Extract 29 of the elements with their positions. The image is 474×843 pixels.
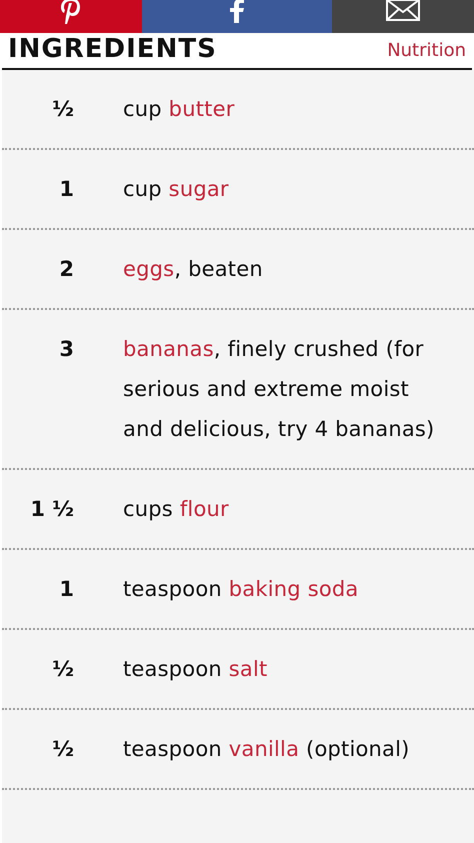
ingredient-amount: ½ bbox=[51, 96, 74, 123]
ingredient-amount: 1 bbox=[58, 576, 74, 603]
facebook-icon[interactable] bbox=[230, 0, 244, 23]
envelope-icon[interactable] bbox=[386, 0, 420, 21]
ingredient-amount: 1 ½ bbox=[29, 496, 74, 523]
ingredient-text: teaspoon vanilla (optional) bbox=[123, 736, 410, 763]
ingredient-link[interactable]: salt bbox=[228, 657, 268, 681]
ingredient-link[interactable]: eggs bbox=[123, 257, 174, 281]
ingredient-amount: 3 bbox=[58, 336, 74, 363]
ingredient-amount: 2 bbox=[58, 256, 74, 283]
ingredient-text: teaspoon salt bbox=[123, 656, 268, 683]
ingredient-link[interactable]: flour bbox=[180, 497, 229, 521]
ingredient-amount: ½ bbox=[51, 656, 74, 683]
ingredient-text: teaspoon baking soda bbox=[123, 576, 358, 603]
pinterest-icon[interactable] bbox=[60, 0, 82, 24]
ingredient-text: cups flour bbox=[123, 496, 229, 523]
ingredient-link[interactable]: vanilla bbox=[228, 737, 300, 761]
ingredient-link[interactable]: bananas bbox=[123, 337, 214, 361]
nutrition-link[interactable]: Nutrition bbox=[387, 42, 466, 60]
ingredient-link[interactable]: baking soda bbox=[228, 577, 358, 601]
ingredient-amount: 1 bbox=[58, 176, 74, 203]
ingredient-link[interactable]: butter bbox=[168, 97, 235, 121]
ingredient-text: cup sugar bbox=[123, 176, 229, 203]
ingredient-text: cup butter bbox=[123, 96, 235, 123]
ingredient-text: bananas, finely crushed (for serious and extreme moist and delicious, try 4 bananas) bbox=[123, 336, 436, 443]
ingredient-amount: ½ bbox=[51, 736, 74, 763]
ingredient-text: eggs, beaten bbox=[123, 256, 263, 283]
ingredient-link[interactable]: sugar bbox=[168, 177, 229, 201]
section-heading: INGREDIENTS bbox=[8, 36, 217, 62]
